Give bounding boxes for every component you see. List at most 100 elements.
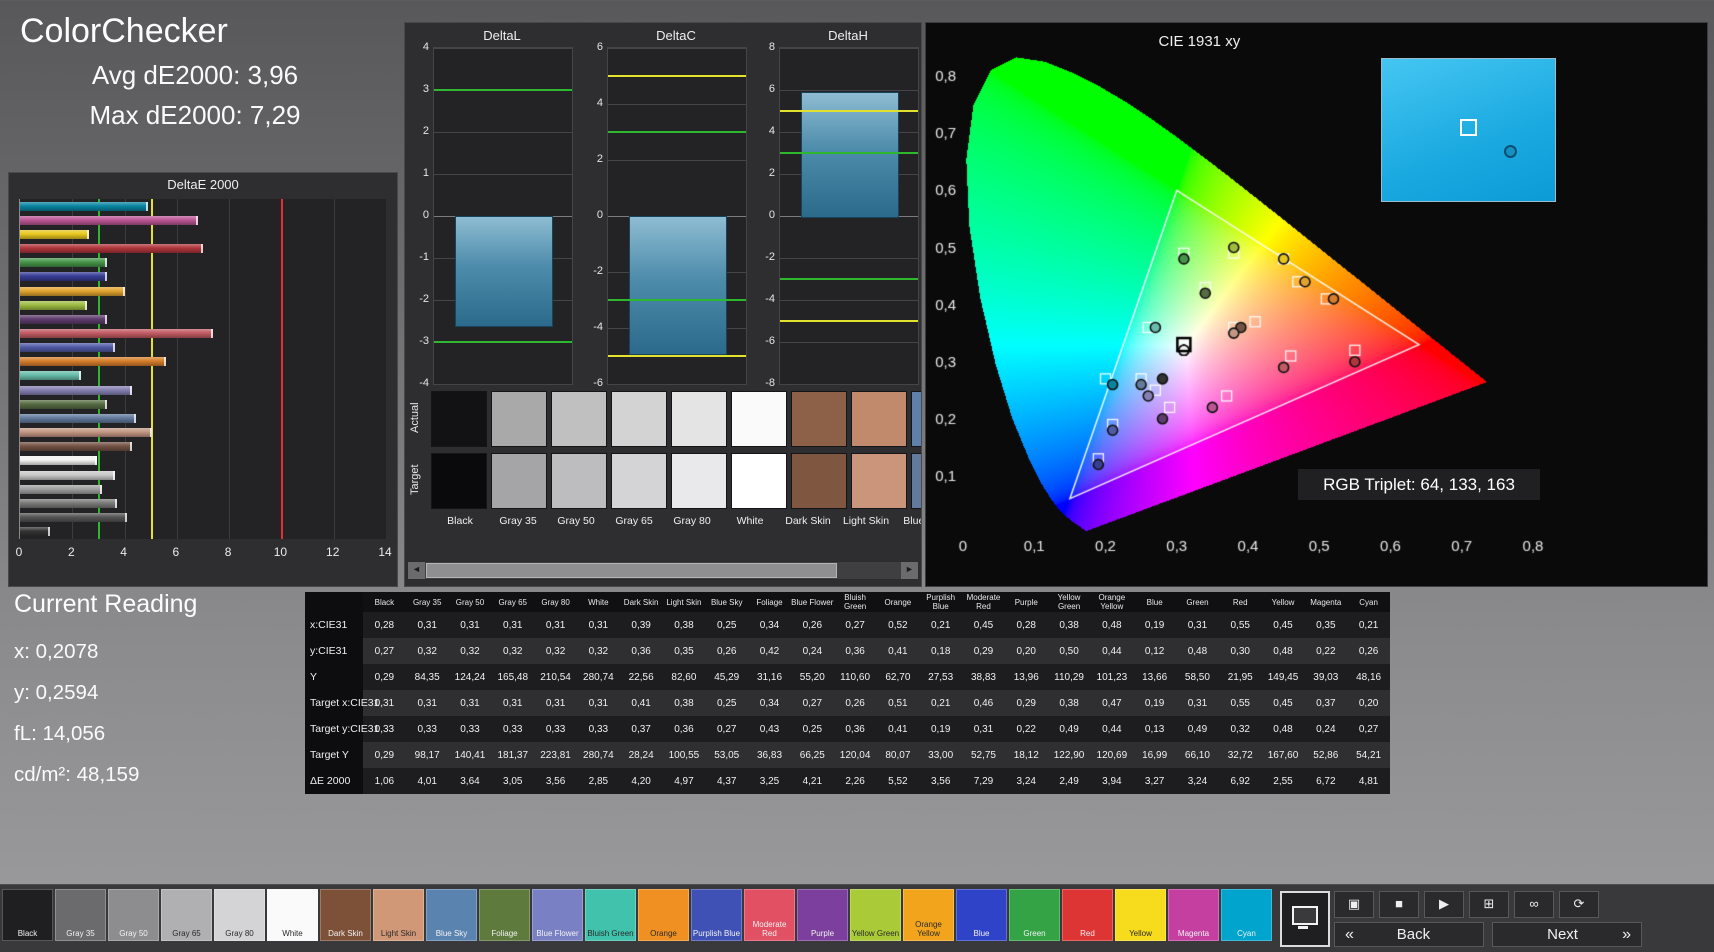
stop-button[interactable]: ■ <box>1379 891 1419 918</box>
deltae-bar-row <box>20 428 386 438</box>
swatch-target-dark-skin <box>791 453 847 509</box>
table-cell: 124,24 <box>454 671 486 683</box>
next-button[interactable]: Next » <box>1492 922 1642 947</box>
grid-button[interactable]: ⊞ <box>1469 891 1509 918</box>
stop-icon: ■ <box>1395 896 1403 911</box>
play-button[interactable]: ▶ <box>1424 891 1464 918</box>
table-cell: 0,41 <box>631 697 651 709</box>
swatch-scrollbar[interactable]: ◄ ► <box>407 561 919 580</box>
delta-chart-title: DeltaL <box>483 28 521 43</box>
swatch-label: Black <box>447 515 473 527</box>
deltae-bar-row <box>20 300 386 310</box>
patch-button-label: Bluish Green <box>587 929 634 938</box>
patch-button-orange-yellow[interactable]: Orange Yellow <box>903 889 954 941</box>
deltae-bar-white <box>20 456 97 466</box>
swatch-target-gray-35 <box>491 453 547 509</box>
swatch-actual-light-skin <box>851 391 907 447</box>
patch-button-bluish-green[interactable]: Bluish Green <box>585 889 636 941</box>
next-chevrons-icon: » <box>1622 926 1631 943</box>
axis-tick-label: 0 <box>422 209 429 221</box>
patch-button-yellow[interactable]: Yellow <box>1115 889 1166 941</box>
patch-button-green[interactable]: Green <box>1009 889 1060 941</box>
continuous-button[interactable]: ∞ <box>1514 891 1554 918</box>
patch-button-blue[interactable]: Blue <box>956 889 1007 941</box>
scrollbar-thumb[interactable] <box>426 563 838 578</box>
table-cell: 0,26 <box>845 697 865 709</box>
patch-button-purplish-blue[interactable]: Purplish Blue <box>691 889 742 941</box>
table-cell: 2,26 <box>845 775 865 787</box>
patch-button-red[interactable]: Red <box>1062 889 1113 941</box>
patch-button-label: Gray 50 <box>119 929 148 938</box>
scroll-right-button[interactable]: ► <box>901 562 918 579</box>
table-cell: 66,10 <box>1184 749 1210 761</box>
patch-button-gray-65[interactable]: Gray 65 <box>161 889 212 941</box>
patch-button-orange[interactable]: Orange <box>638 889 689 941</box>
display-button[interactable] <box>1280 891 1330 947</box>
table-cell: 98,17 <box>414 749 440 761</box>
deltae-bar-yellow <box>20 229 89 239</box>
table-cell: 0,12 <box>1144 645 1165 657</box>
refresh-button[interactable]: ⟳ <box>1559 891 1599 918</box>
table-cell: 0,19 <box>1144 697 1165 709</box>
axis-tick-label: 2 <box>422 125 429 137</box>
table-cell: 3,56 <box>930 775 951 787</box>
patch-button-foliage[interactable]: Foliage <box>479 889 530 941</box>
deltae-bar-row <box>20 484 386 494</box>
deltae-bar-blue <box>20 272 108 282</box>
table-cell: 0,36 <box>631 645 651 657</box>
swatch-actual-dark-skin <box>791 391 847 447</box>
axis-tick-label: 3 <box>422 83 429 95</box>
table-cell: 0,27 <box>716 723 737 735</box>
table-cell: 0,34 <box>759 619 780 631</box>
patch-button-dark-skin[interactable]: Dark Skin <box>320 889 371 941</box>
gridline <box>608 384 746 385</box>
gridline <box>780 258 918 259</box>
scroll-left-button[interactable]: ◄ <box>408 562 425 579</box>
patch-button-gray-50[interactable]: Gray 50 <box>108 889 159 941</box>
deltae-bar-gray-65 <box>20 484 102 494</box>
patch-button-magenta[interactable]: Magenta <box>1168 889 1219 941</box>
table-cell: 223,81 <box>540 749 571 761</box>
deltae-bar-blue-sky <box>20 413 137 423</box>
patch-button-label: Purplish Blue <box>692 929 741 938</box>
patch-button-blue-flower[interactable]: Blue Flower <box>532 889 583 941</box>
swatch-actual-gray-50 <box>551 391 607 447</box>
patch-button-light-skin[interactable]: Light Skin <box>373 889 424 941</box>
patch-button-label: Blue Flower <box>536 929 579 938</box>
scrollbar-track[interactable] <box>425 562 901 579</box>
swatch-actual-blue-sky <box>911 391 921 447</box>
threshold-line <box>608 131 746 133</box>
patch-button-yellow-green[interactable]: Yellow Green <box>850 889 901 941</box>
table-cell: 0,32 <box>545 645 566 657</box>
table-cell: 0,13 <box>1144 723 1165 735</box>
table-header-cell: Yellow <box>1271 597 1295 607</box>
patch-button-cyan[interactable]: Cyan <box>1221 889 1272 941</box>
table-header-cell: Gray 80 <box>541 597 570 607</box>
inset-target-marker <box>1460 119 1477 136</box>
table-cell: 0,31 <box>1187 619 1208 631</box>
table-cell: 0,20 <box>1016 645 1036 657</box>
patch-button-purple[interactable]: Purple <box>797 889 848 941</box>
patch-button-blue-sky[interactable]: Blue Sky <box>426 889 477 941</box>
patch-button-white[interactable]: White <box>267 889 318 941</box>
axis-tick-label: 8 <box>768 41 775 53</box>
threshold-line <box>780 320 918 322</box>
table-cell: 0,32 <box>417 645 437 657</box>
patch-button-gray-80[interactable]: Gray 80 <box>214 889 265 941</box>
table-cell: 120,69 <box>1096 749 1128 761</box>
table-cell: 0,25 <box>716 619 737 631</box>
patch-button-moderate-red[interactable]: Moderate Red <box>744 889 795 941</box>
pattern-window-button[interactable]: ▣ <box>1334 891 1374 918</box>
table-cell: 0,33 <box>503 723 523 735</box>
deltae-bar-row <box>20 258 386 268</box>
table-header-cell: White <box>588 597 609 607</box>
back-button[interactable]: « Back <box>1334 922 1484 947</box>
table-header-cell: Blue <box>1146 597 1163 607</box>
patch-button-gray-35[interactable]: Gray 35 <box>55 889 106 941</box>
patch-button-black[interactable]: Black <box>2 889 53 941</box>
table-header-cell: Black <box>374 597 395 607</box>
table-header-cell: Orange <box>884 597 912 607</box>
table-cell: 0,37 <box>1316 697 1336 709</box>
table-cell: 1,06 <box>374 775 395 787</box>
deltae-bar-purplish-blue <box>20 343 116 353</box>
